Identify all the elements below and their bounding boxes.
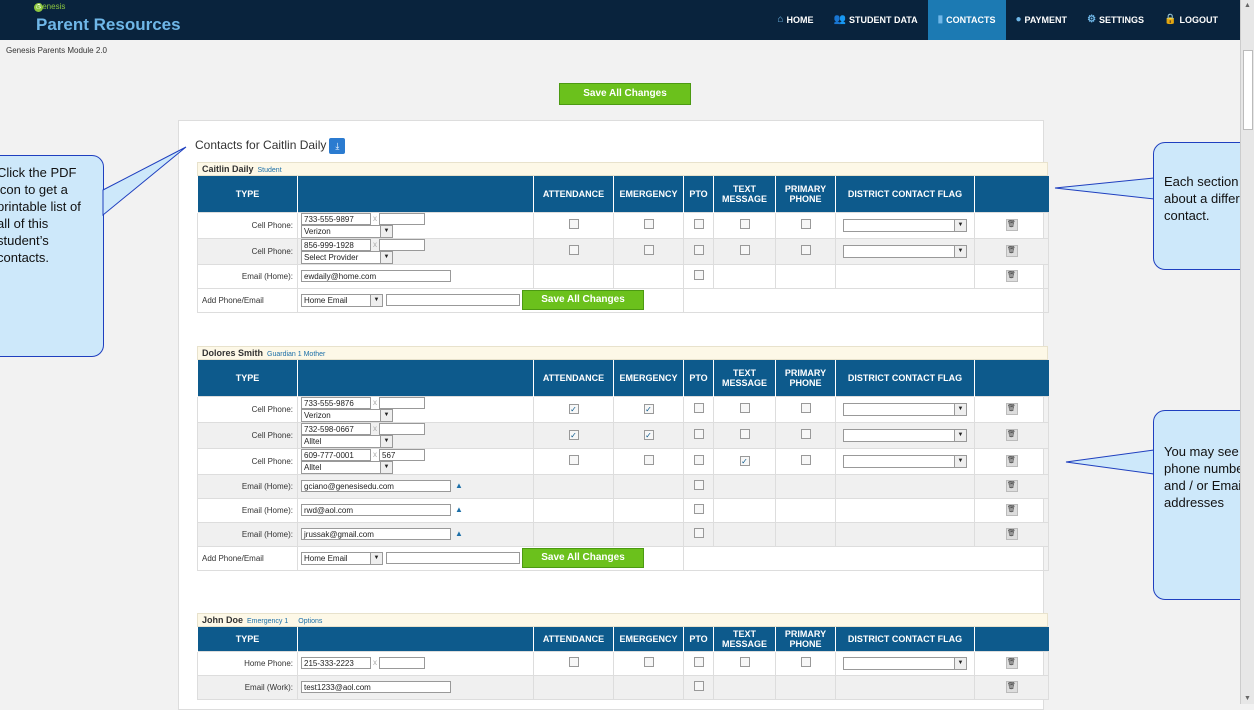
callout-right-top: Each section is about a different contac… [1153,142,1254,270]
vertical-scrollbar[interactable]: ▲ ▼ [1240,0,1254,704]
scroll-thumb[interactable] [1243,50,1253,130]
scroll-up-icon[interactable]: ▲ [1244,2,1251,9]
callout-right-mid: You may see phone numbers and / or Email… [1153,410,1254,600]
callout-pointers [102,146,1155,475]
scroll-down-icon[interactable]: ▼ [1244,695,1251,702]
